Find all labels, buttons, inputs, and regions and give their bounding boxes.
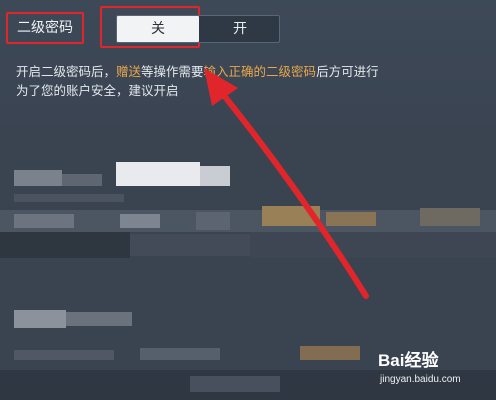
mosaic-block — [196, 212, 230, 230]
mosaic-block — [14, 214, 74, 228]
mosaic-block — [190, 376, 280, 392]
mosaic-block — [116, 162, 200, 186]
desc-text: 后方可进行 — [316, 64, 379, 79]
baidu-jingyan-watermark: Bai经验 jingyan.baidu.com — [378, 346, 488, 392]
desc-text: 等操作需要 — [141, 64, 204, 79]
description-line-2: 为了您的账户安全，建议开启 — [16, 83, 179, 98]
second-password-toggle[interactable]: 关 开 — [116, 15, 280, 43]
mosaic-block — [14, 170, 62, 186]
desc-highlight-password: 输入正确的二级密码 — [203, 64, 317, 79]
description-line-1: 开启二级密码后，赠送等操作需要输入正确的二级密码后方可进行 — [16, 62, 476, 81]
mosaic-block — [200, 166, 230, 186]
desc-text: 开启二级密码后， — [16, 64, 117, 79]
mosaic-block — [120, 214, 160, 228]
mosaic-block — [0, 232, 130, 258]
second-password-label-text: 二级密码 — [17, 20, 73, 36]
mosaic-block — [140, 348, 220, 360]
mosaic-block — [62, 174, 102, 186]
second-password-label: 二级密码 — [6, 12, 84, 44]
watermark-logo: Bai经验 — [378, 351, 439, 370]
mosaic-block — [14, 194, 124, 202]
mosaic-block — [14, 310, 66, 328]
mosaic-block — [262, 206, 320, 226]
watermark-url: jingyan.baidu.com — [380, 374, 461, 385]
desc-highlight-gift: 赠送 — [116, 64, 142, 79]
toggle-on-option[interactable]: 开 — [199, 16, 281, 42]
mosaic-block — [326, 212, 376, 226]
mosaic-block — [300, 346, 360, 360]
mosaic-block — [66, 312, 132, 326]
second-password-description: 开启二级密码后，赠送等操作需要输入正确的二级密码后方可进行 为了您的账户安全，建… — [16, 62, 476, 100]
mosaic-block — [250, 232, 496, 258]
mosaic-block — [420, 208, 480, 226]
toggle-off-option[interactable]: 关 — [117, 16, 199, 42]
mosaic-block — [130, 234, 250, 256]
mosaic-block — [14, 350, 114, 360]
